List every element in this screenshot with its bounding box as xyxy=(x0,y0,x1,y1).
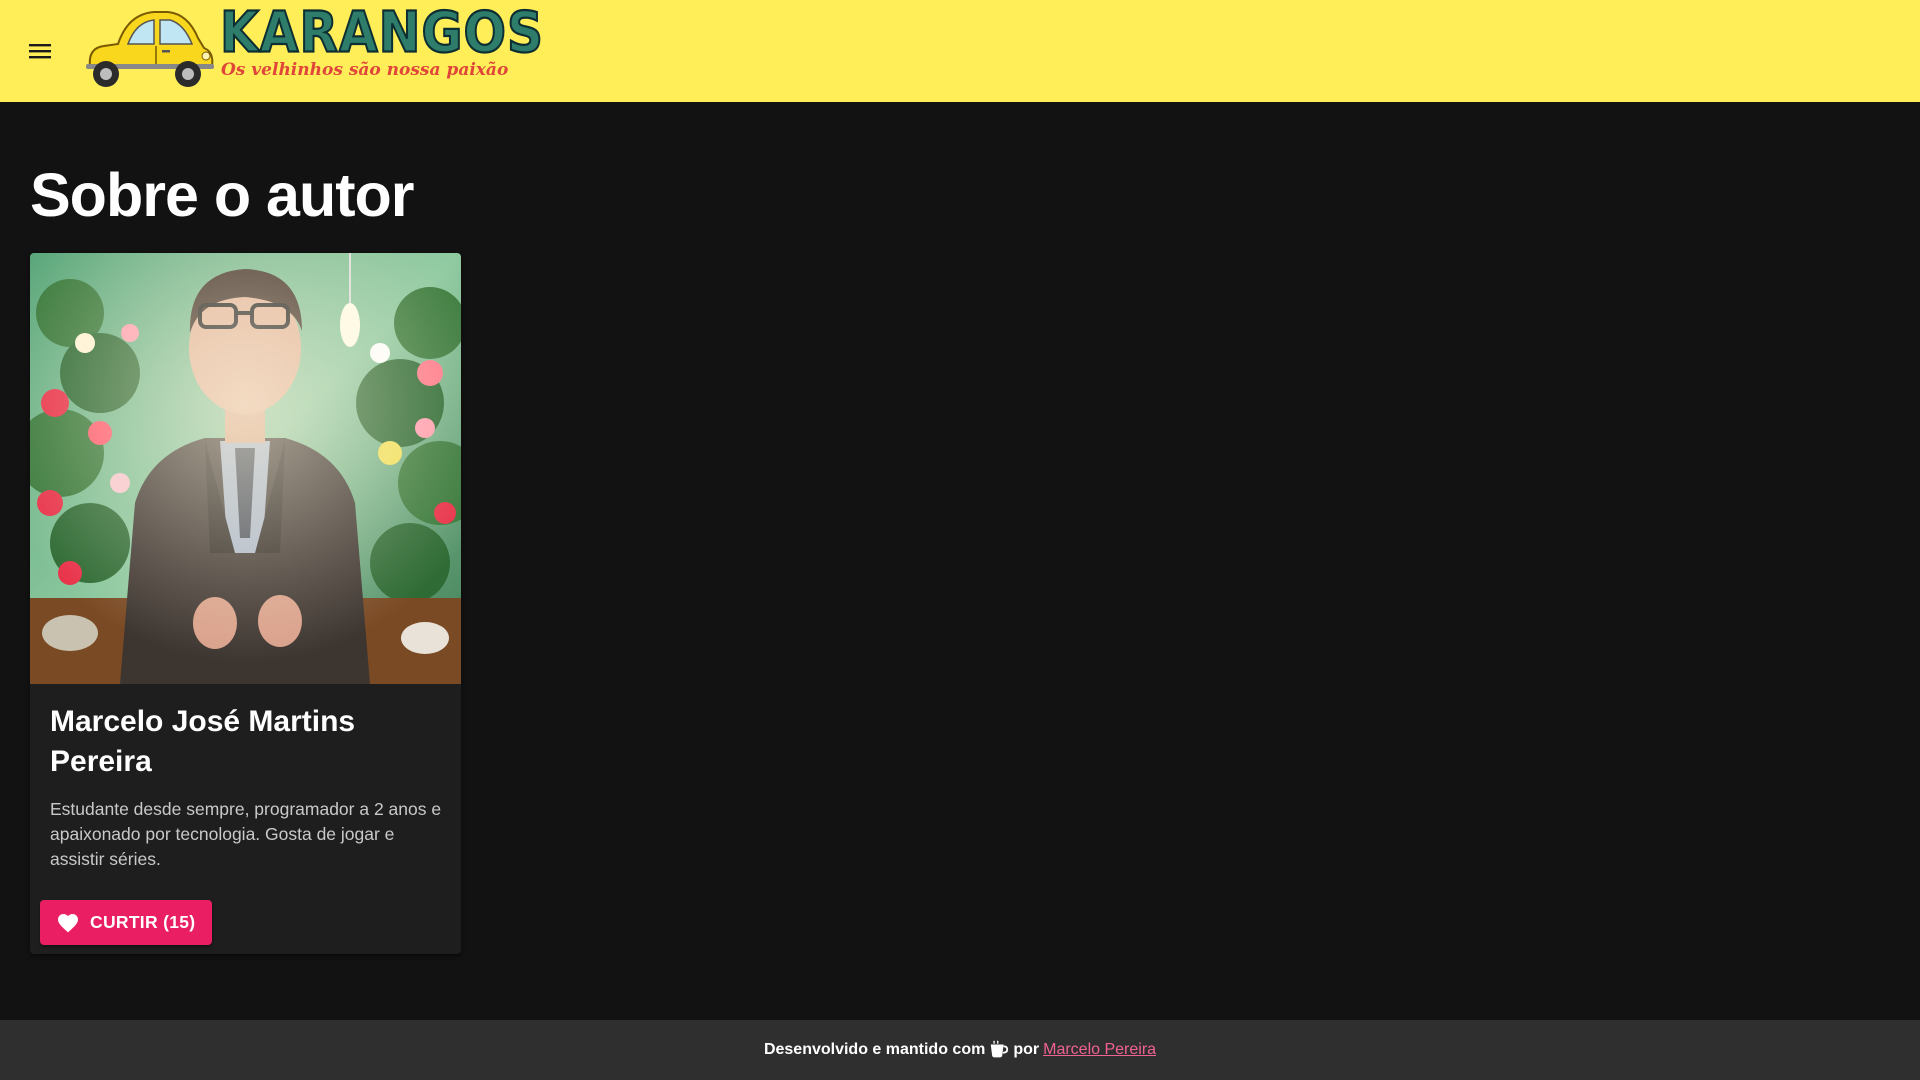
author-link[interactable]: Marcelo Pereira xyxy=(1043,1041,1156,1059)
app-header: KARANGOS Os velhinhos são nossa paixão xyxy=(0,0,1920,102)
like-button-label: CURTIR (15) xyxy=(90,912,196,932)
logo-tagline: Os velhinhos são nossa paixão xyxy=(221,60,509,80)
footer-text-middle: por xyxy=(1013,1041,1040,1058)
coffee-cup-icon xyxy=(991,1040,1009,1058)
author-name: Marcelo José Martins Pereira xyxy=(50,705,356,778)
like-button[interactable]: CURTIR (15) xyxy=(40,900,212,945)
footer: Desenvolvido e mantido com por Marcelo P… xyxy=(0,1020,1920,1080)
karangos-logo[interactable]: KARANGOS Os velhinhos são nossa paixão xyxy=(84,0,544,96)
car-logo-icon xyxy=(86,11,214,87)
author-description: Estudante desde sempre, programador a 2 … xyxy=(50,799,442,869)
hamburger-menu-icon xyxy=(29,44,51,59)
author-card: Marcelo José Martins Pereira Estudante d… xyxy=(30,253,461,954)
page-title: Sobre o autor xyxy=(30,161,415,229)
heart-icon xyxy=(58,913,78,932)
footer-text-before: Desenvolvido e mantido com xyxy=(763,1041,986,1058)
menu-button[interactable] xyxy=(20,31,60,71)
author-photo xyxy=(30,253,461,684)
logo-title: KARANGOS xyxy=(219,0,545,66)
